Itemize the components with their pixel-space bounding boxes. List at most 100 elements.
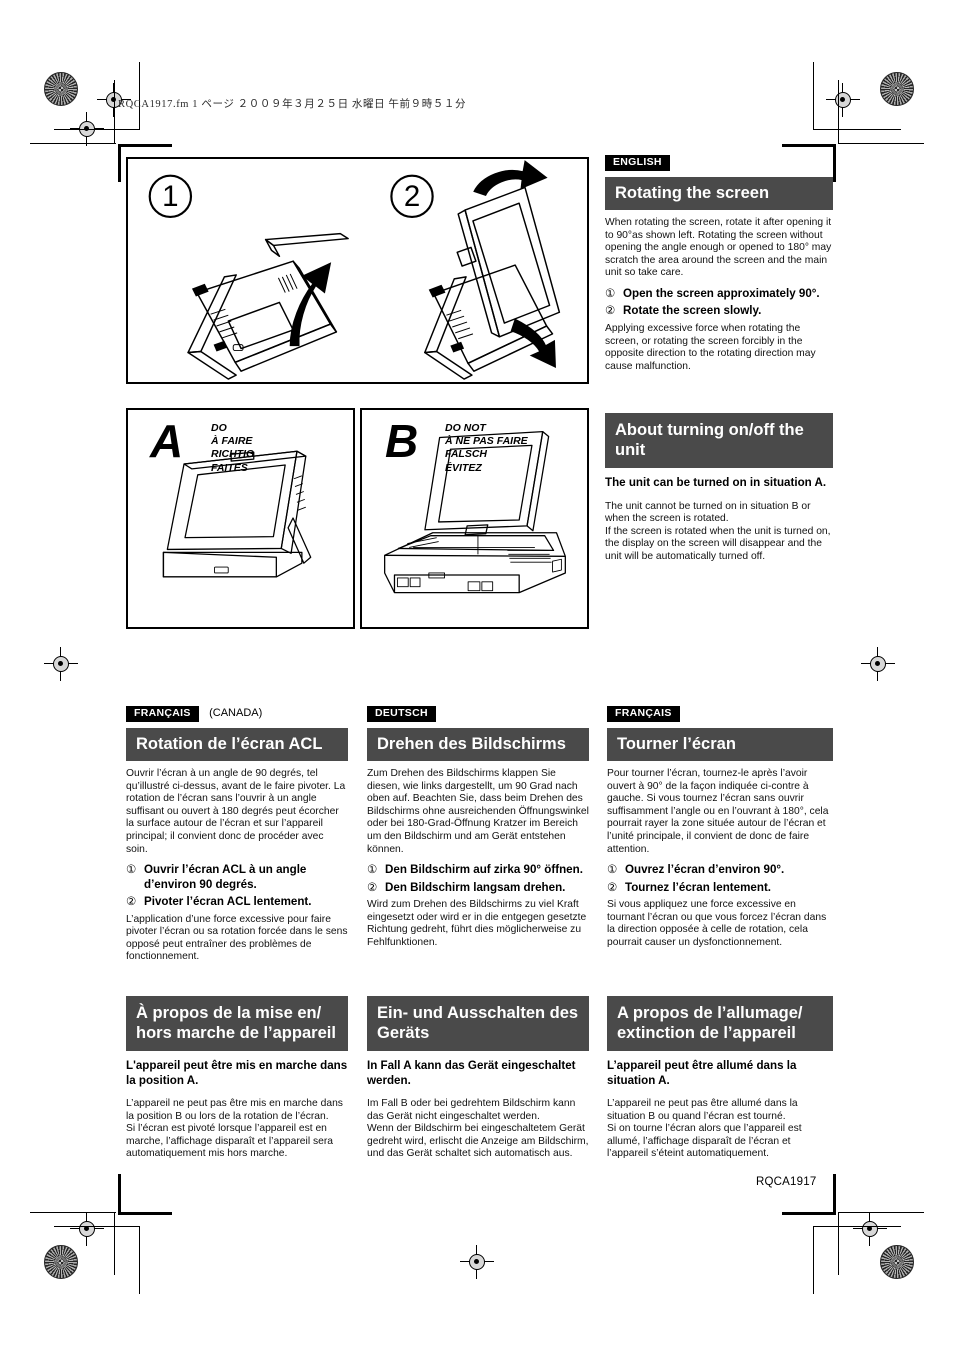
step-label: Pivoter l’écran ACL lentement. [144,895,312,909]
rotate-direction-arrow-top [473,160,548,196]
trim-line-top-right-h [813,129,901,131]
file-header-text: RQCA1917.fm 1 ページ ２００９年３月２５日 水曜日 午前９時５１分 [118,99,467,110]
steps-english-rotate: ① Open the screen approximately 90°. ② R… [605,287,833,319]
registration-target-left-middle [44,647,78,681]
trim-line-top-right-h2 [838,143,924,145]
steps-german-rotate: ① Den Bildschirm auf zirka 90° öffnen. ②… [367,863,589,895]
step-number-icon: ① [367,864,378,877]
rotate-illustration-svg: 1 2 [148,160,561,380]
body-french-power: L’appareil ne peut pas être allumé dans … [607,1098,802,1160]
section-french-rotate: FRANÇAIS Tourner l’écran Pour tourner l’… [607,706,833,950]
trim-line-bottom-right-h2 [838,1212,924,1214]
halftone-dot-top-left [44,72,78,106]
trim-line-bottom-left-v [139,1226,141,1294]
heading-french-rotate: Tourner l’écran [607,728,833,761]
trim-line-top-left-v2 [114,80,116,143]
step-label: Rotate the screen slowly. [623,304,762,318]
language-tag-row-german: DEUTSCH [367,706,589,722]
step-number-icon: ① [605,287,616,300]
step-number-icon: ① [126,864,137,877]
svg-text:2: 2 [404,180,420,213]
step-item: ② Pivoter l’écran ACL lentement. [126,895,348,910]
rotate-illustration-panel: 1 2 [126,157,589,384]
language-tag-english: ENGLISH [605,155,670,171]
lead-english-power: The unit can be turned on in situation A… [605,476,827,489]
registration-target-bottom-center [460,1245,494,1279]
lead-french-ca-power: L'appareil peut être mis en marche dans … [126,1059,348,1087]
step-1-circle-marker: 1 [148,174,193,219]
step-2-circle-marker: 2 [390,174,434,219]
language-tag-french: FRANÇAIS [607,706,680,722]
step-item: ① Ouvrir l’écran ACL à un angle d’enviro… [126,863,348,892]
step-label: Ouvrir l’écran ACL à un angle d’environ … [144,863,307,891]
halftone-dot-top-right [880,72,914,106]
intro-french-rotate: Pour tourner l’écran, tournez-le après l… [607,768,829,855]
halftone-dot-bottom-left [44,1245,78,1279]
rotate-direction-arrow-bottom [510,318,556,369]
trim-line-top-left-h [54,129,140,131]
trim-line-top-right-v [813,62,815,130]
registration-target-top-right [826,83,860,117]
step-item: ② Rotate the screen slowly. [605,304,833,319]
svg-text:1: 1 [162,180,178,213]
intro-german-rotate: Zum Drehen des Bildschirms klappen Sie d… [367,768,589,855]
open-direction-arrow [289,262,332,347]
registration-target-bottom-left [70,1212,104,1246]
section-french-ca-rotate: FRANÇAIS (CANADA) Rotation de l’écran AC… [126,706,348,964]
step-item: ② Den Bildschirm langsam drehen. [367,881,589,896]
body-french-ca-power: L’appareil ne peut pas être mis en march… [126,1098,343,1160]
section-english-rotate: ENGLISH Rotating the screen When rotatin… [605,155,833,373]
intro-french-ca-rotate: Ouvrir l’écran à un angle de 90 degrés, … [126,768,346,855]
step-item: ② Tournez l’écran lentement. [607,881,833,896]
intro-english-rotate: When rotating the screen, rotate it afte… [605,217,832,279]
heading-french-ca-rotate: Rotation de l’écran ACL [126,728,348,761]
heading-french-power: A propos de l’allumage/ extinction de l’… [607,996,833,1051]
situation-b-caption: DO NOT À NE PAS FAIRE FALSCH ÉVITEZ [445,422,528,474]
lead-french-power: L’appareil peut être allumé dans la situ… [607,1059,797,1087]
section-german-rotate: DEUTSCH Drehen des Bildschirms Zum Drehe… [367,706,589,950]
registration-target-left-upper [70,112,104,146]
section-german-power: Ein- und Ausschalten des Geräts In Fall … [367,996,589,1161]
trim-line-bottom-left-h2 [30,1212,116,1214]
trim-line-bottom-right-v2 [838,1212,840,1275]
heading-english-rotate: Rotating the screen [605,177,833,210]
step-label: Tournez l’écran lentement. [625,880,772,894]
step-label: Den Bildschirm langsam drehen. [385,880,566,894]
step-item: ① Open the screen approximately 90°. [605,287,833,302]
language-tag-region-canada: (CANADA) [209,707,263,720]
trim-line-top-left-h2 [30,143,116,145]
section-french-power: A propos de l’allumage/ extinction de l’… [607,996,833,1161]
step-item: ① Den Bildschirm auf zirka 90° öffnen. [367,863,589,878]
trim-line-top-right-v2 [838,80,840,143]
trim-line-bottom-left-v2 [114,1212,116,1275]
language-tag-french-ca: FRANÇAIS [126,706,199,722]
trim-line-bottom-right-h [813,1226,901,1228]
part-number-label: RQCA1917 [756,1176,817,1188]
lead-german-power: In Fall A kann das Gerät eingeschaltet w… [367,1059,576,1087]
heading-french-ca-power: À propos de la mise en/ hors marche de l… [126,996,348,1051]
language-tag-row-french-ca: FRANÇAIS (CANADA) [126,706,348,722]
halftone-dot-bottom-right [880,1245,914,1279]
steps-french-rotate: ① Ouvrez l’écran d’environ 90°. ② Tourne… [607,863,833,895]
situation-a-caption: DO À FAIRE RICHTIG FAITES [211,422,255,474]
outro-english-rotate: Applying excessive force when rotating t… [605,322,816,372]
language-tag-row-french: FRANÇAIS [607,706,833,722]
step-number-icon: ② [367,881,378,894]
language-tag-german: DEUTSCH [367,706,436,722]
step-number-icon: ② [607,881,618,894]
step-number-icon: ② [605,305,616,318]
section-french-ca-power: À propos de la mise en/ hors marche de l… [126,996,348,1161]
step-item: ① Ouvrez l’écran d’environ 90°. [607,863,833,878]
body-english-power: The unit cannot be turned on in situatio… [605,500,831,562]
step-label: Open the screen approximately 90°. [623,286,820,300]
language-tag-row-english: ENGLISH [605,155,833,171]
trim-line-bottom-right-v [813,1226,815,1294]
heading-german-power: Ein- und Ausschalten des Geräts [367,996,589,1051]
situation-a-letter: A [150,415,184,467]
registration-target-bottom-right [853,1212,887,1246]
outro-german-rotate: Wird zum Drehen des Bildschirms zu viel … [367,899,587,948]
heading-english-power: About turning on/off the unit [605,413,833,468]
steps-french-ca-rotate: ① Ouvrir l’écran ACL à un angle d’enviro… [126,863,348,910]
body-german-power: Im Fall B oder bei gedrehtem Bildschirm … [367,1098,589,1160]
situation-b-letter: B [385,415,419,467]
